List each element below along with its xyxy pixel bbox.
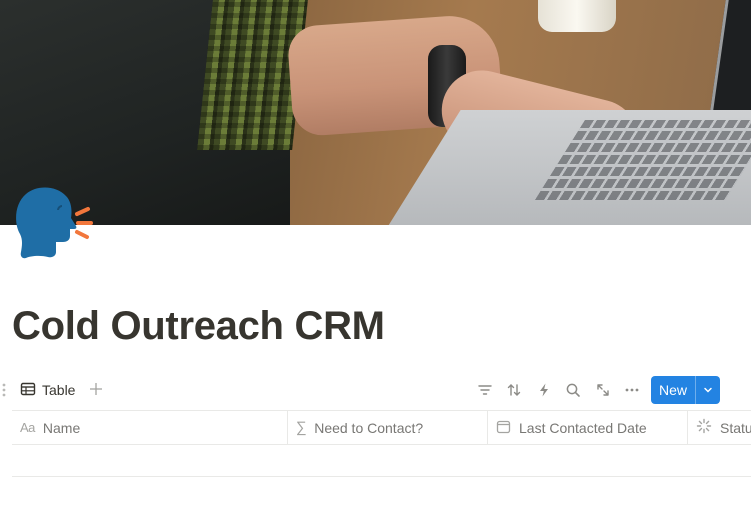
drag-handle-icon[interactable] xyxy=(1,382,7,398)
column-label: Last Contacted Date xyxy=(519,419,647,436)
column-header-need-to-contact[interactable]: ∑ Need to Contact? xyxy=(288,411,488,444)
chevron-down-icon[interactable] xyxy=(695,376,720,404)
filter-icon[interactable] xyxy=(470,376,500,404)
status-icon xyxy=(696,418,712,437)
text-property-icon: Aa xyxy=(20,420,35,435)
cover-cup xyxy=(538,0,616,32)
sort-icon[interactable] xyxy=(500,376,530,404)
new-button-group: New xyxy=(651,376,720,404)
calendar-icon xyxy=(496,419,511,437)
table-header-row: Aa Name ∑ Need to Contact? Last Contacte… xyxy=(12,410,751,445)
column-header-name[interactable]: Aa Name xyxy=(12,411,288,444)
table-icon xyxy=(20,381,36,400)
plus-icon[interactable] xyxy=(86,378,106,400)
cover-image[interactable] xyxy=(0,0,751,225)
table-row[interactable] xyxy=(12,444,751,477)
view-tab-label: Table xyxy=(42,382,76,398)
search-icon[interactable] xyxy=(559,376,589,404)
column-label: Name xyxy=(42,419,81,436)
database-toolbar: New xyxy=(470,376,751,404)
more-icon[interactable] xyxy=(618,376,648,404)
speaking-head-icon[interactable] xyxy=(12,182,96,262)
page-title[interactable]: Cold Outreach CRM xyxy=(12,304,385,349)
column-header-status[interactable]: Status xyxy=(688,411,751,444)
column-label: Need to Contact? xyxy=(314,419,424,436)
cover-screen xyxy=(710,0,751,110)
column-label: Status xyxy=(720,419,751,436)
view-tab-table[interactable]: Table xyxy=(20,378,75,402)
expand-icon[interactable] xyxy=(588,376,618,404)
column-header-last-contacted-date[interactable]: Last Contacted Date xyxy=(488,411,688,444)
lightning-icon[interactable] xyxy=(529,376,559,404)
new-button[interactable]: New xyxy=(651,376,695,404)
formula-property-icon: ∑ xyxy=(296,419,307,436)
